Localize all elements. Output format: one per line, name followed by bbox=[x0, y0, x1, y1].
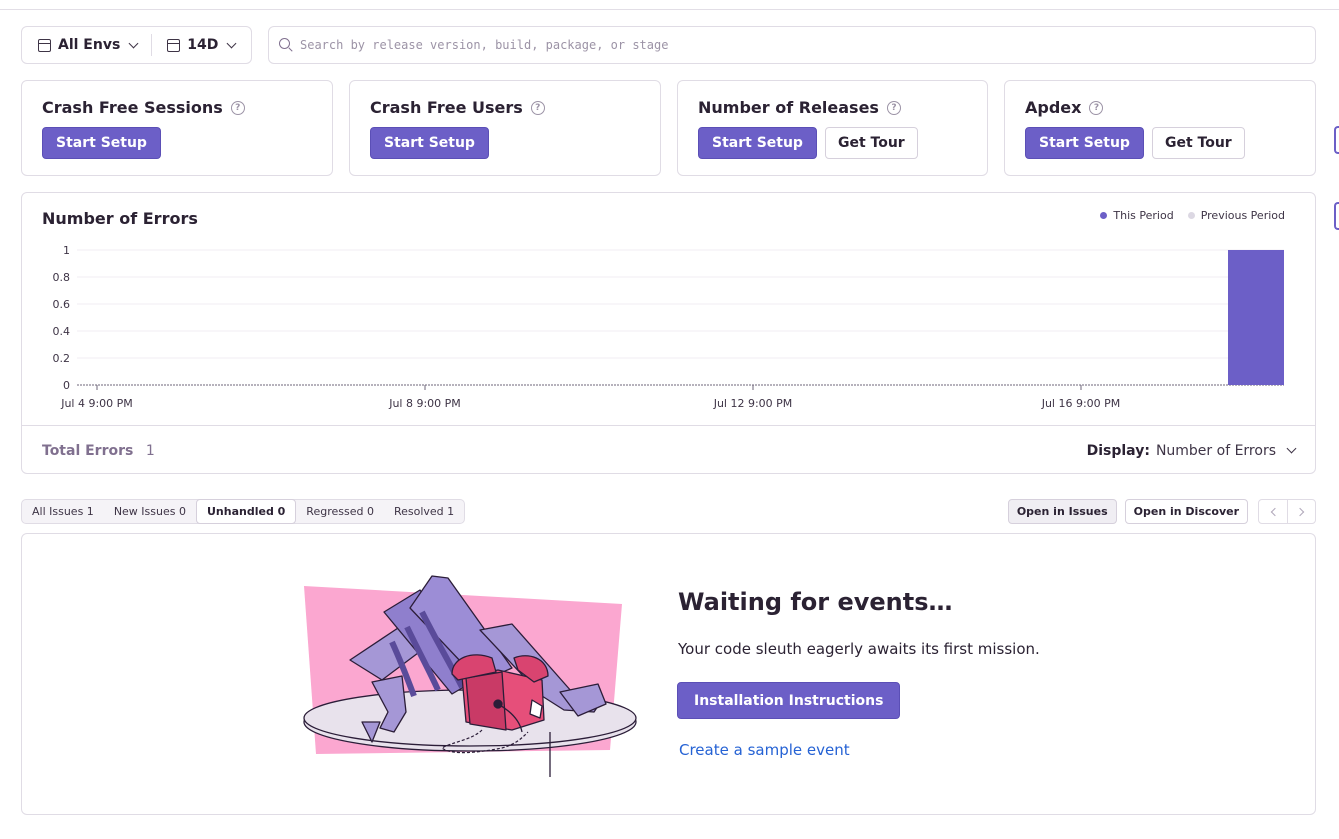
card-title: Crash Free Users ? bbox=[370, 98, 545, 117]
release-search-input[interactable] bbox=[300, 38, 1260, 52]
open-in-discover-button[interactable]: Open in Discover bbox=[1124, 499, 1248, 524]
chart-legend: This Period Previous Period bbox=[1100, 209, 1285, 222]
total-errors-value: 1 bbox=[145, 442, 155, 459]
calendar-icon bbox=[167, 38, 181, 52]
legend-this-period[interactable]: This Period bbox=[1100, 209, 1174, 222]
apdex-card: Apdex ? Start Setup Get Tour bbox=[1004, 80, 1316, 176]
tab-unhandled[interactable]: Unhandled 0 bbox=[195, 499, 297, 524]
help-icon[interactable]: ? bbox=[886, 100, 901, 115]
installation-instructions-button[interactable]: Installation Instructions bbox=[677, 682, 901, 719]
total-errors-label: Total Errors bbox=[42, 442, 134, 459]
help-icon[interactable]: ? bbox=[1089, 100, 1104, 115]
chart-title: Number of Errors bbox=[42, 209, 198, 228]
legend-label: This Period bbox=[1113, 209, 1174, 222]
calendar-icon bbox=[38, 38, 51, 52]
card-title: Number of Releases ? bbox=[698, 98, 901, 117]
top-bar bbox=[0, 0, 1339, 10]
display-selector[interactable]: Display: Number of Errors bbox=[1086, 442, 1297, 459]
empty-state-title: Waiting for events… bbox=[678, 588, 953, 616]
legend-previous-period[interactable]: Previous Period bbox=[1187, 209, 1285, 222]
x-tick-label: Jul 12 9:00 PM bbox=[713, 397, 793, 410]
create-sample-event-link[interactable]: Create a sample event bbox=[679, 741, 850, 759]
tab-resolved[interactable]: Resolved 1 bbox=[384, 500, 464, 523]
card-title-text: Crash Free Users bbox=[370, 98, 523, 117]
card-title-text: Crash Free Sessions bbox=[42, 98, 223, 117]
period-selector[interactable]: 14D bbox=[151, 34, 249, 56]
help-icon[interactable]: ? bbox=[230, 100, 245, 115]
chevron-down-icon bbox=[128, 38, 139, 48]
total-errors: Total Errors 1 bbox=[42, 443, 155, 459]
environment-label: All Envs bbox=[58, 37, 121, 53]
sidebar-edge-button[interactable] bbox=[1334, 126, 1339, 154]
errors-chart: 0 0.2 0.4 0.6 0.8 1 Jul 4 9:00 PM Jul 8 9:00 PM… bbox=[53, 244, 1284, 410]
start-setup-button[interactable]: Start Setup bbox=[42, 127, 161, 159]
y-tick-label: 0.6 bbox=[53, 298, 71, 311]
start-setup-button[interactable]: Start Setup bbox=[698, 127, 817, 159]
waiting-illustration bbox=[303, 575, 637, 777]
y-tick-label: 0 bbox=[63, 379, 70, 392]
open-in-issues-button[interactable]: Open in Issues bbox=[1007, 499, 1117, 524]
empty-state-description: Your code sleuth eagerly awaits its firs… bbox=[678, 640, 1040, 658]
period-label: 14D bbox=[187, 37, 219, 53]
next-page-button[interactable] bbox=[1287, 500, 1315, 523]
tab-all-issues[interactable]: All Issues 1 bbox=[22, 500, 104, 523]
pagination bbox=[1258, 499, 1316, 524]
tab-new-issues[interactable]: New Issues 0 bbox=[104, 500, 196, 523]
chart-footer: Total Errors 1 Display: Number of Errors bbox=[22, 425, 1315, 475]
previous-page-button[interactable] bbox=[1259, 500, 1287, 523]
sidebar-edge-button[interactable] bbox=[1334, 202, 1339, 230]
display-value: Number of Errors bbox=[1155, 442, 1276, 459]
issues-tabs: All Issues 1 New Issues 0 Unhandled 0 Re… bbox=[21, 499, 466, 524]
card-title: Apdex ? bbox=[1025, 98, 1104, 117]
search-icon bbox=[279, 38, 290, 49]
y-tick-label: 0.4 bbox=[53, 325, 71, 338]
y-tick-label: 0.2 bbox=[53, 352, 71, 365]
display-label: Display: bbox=[1086, 442, 1150, 459]
legend-dot bbox=[1187, 212, 1195, 219]
x-tick-label: Jul 8 9:00 PM bbox=[388, 397, 461, 410]
card-title: Crash Free Sessions ? bbox=[42, 98, 245, 117]
help-icon[interactable]: ? bbox=[530, 100, 545, 115]
x-tick-label: Jul 4 9:00 PM bbox=[60, 397, 133, 410]
card-title-text: Apdex bbox=[1025, 98, 1082, 117]
chevron-left-icon bbox=[1270, 507, 1279, 516]
errors-chart-panel: Number of Errors This Period Previous Pe… bbox=[21, 192, 1316, 474]
chevron-down-icon bbox=[1286, 443, 1297, 454]
start-setup-button[interactable]: Start Setup bbox=[370, 127, 489, 159]
x-tick-label: Jul 16 9:00 PM bbox=[1041, 397, 1121, 410]
environment-selector[interactable]: All Envs bbox=[22, 27, 151, 63]
chart-bar[interactable] bbox=[1228, 250, 1284, 385]
chevron-down-icon bbox=[226, 38, 237, 48]
number-of-releases-card: Number of Releases ? Start Setup Get Tou… bbox=[677, 80, 988, 176]
page-filter-bar: All Envs 14D bbox=[21, 26, 252, 64]
crash-free-sessions-card: Crash Free Sessions ? Start Setup bbox=[21, 80, 333, 176]
crash-free-users-card: Crash Free Users ? Start Setup bbox=[349, 80, 661, 176]
chevron-right-icon bbox=[1295, 507, 1305, 516]
legend-label: Previous Period bbox=[1200, 209, 1285, 222]
y-tick-label: 1 bbox=[63, 244, 70, 257]
empty-state-panel: Waiting for events… Your code sleuth eag… bbox=[21, 533, 1316, 815]
legend-dot bbox=[1100, 212, 1108, 219]
card-title-text: Number of Releases bbox=[698, 98, 879, 117]
start-setup-button[interactable]: Start Setup bbox=[1025, 127, 1144, 159]
get-tour-button[interactable]: Get Tour bbox=[1151, 127, 1245, 159]
y-tick-label: 0.8 bbox=[53, 271, 71, 284]
issues-actions: Open in Issues Open in Discover bbox=[1007, 499, 1316, 524]
tab-regressed[interactable]: Regressed 0 bbox=[296, 500, 384, 523]
get-tour-button[interactable]: Get Tour bbox=[824, 127, 918, 159]
release-search-bar bbox=[268, 26, 1316, 64]
